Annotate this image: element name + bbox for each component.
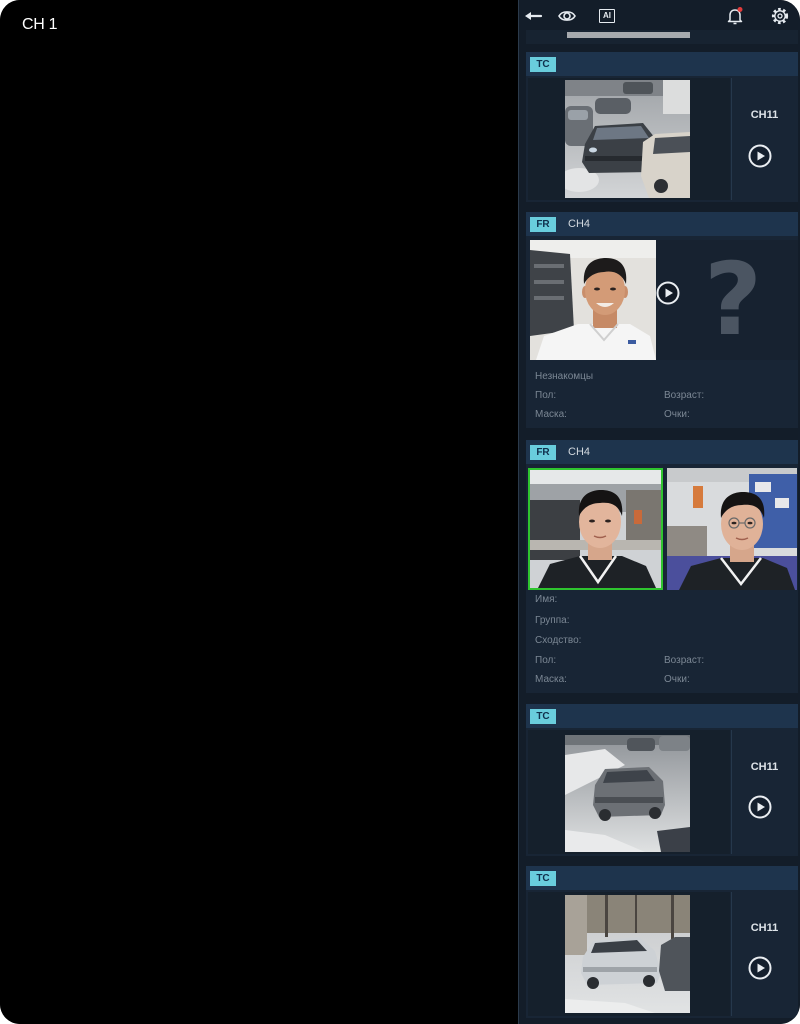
vehicle-snapshot[interactable]: [565, 895, 690, 1013]
event-card-vehicle[interactable]: TC CH11: [526, 866, 798, 1018]
play-icon[interactable]: [748, 144, 772, 168]
bell-icon[interactable]: [725, 6, 745, 26]
event-card-partial[interactable]: [526, 30, 798, 44]
info-area: [731, 78, 798, 200]
event-card-face-stranger[interactable]: FR CH4 ? Незнакомцы Пол: Возраст: Маска:…: [526, 212, 798, 428]
mask-label: Маска:: [535, 409, 567, 420]
info-area: [731, 730, 798, 854]
event-type-badge: FR: [530, 217, 556, 232]
info-area: [731, 892, 798, 1016]
event-channel: CH11: [750, 761, 779, 773]
card-header: FR CH4: [526, 212, 798, 236]
matched-face-image[interactable]: [667, 468, 797, 590]
group-label: Группа:: [535, 615, 570, 626]
card-header: TC: [526, 866, 798, 890]
snapshot-edge: [567, 32, 690, 38]
face-snapshot[interactable]: [528, 468, 663, 590]
event-panel: AI TC CH11 FR CH4 ? Незнакомцы Пол: Возр…: [518, 0, 800, 1024]
event-type-badge: TC: [530, 709, 556, 724]
face-snapshot[interactable]: [530, 240, 656, 360]
gender-label: Пол:: [535, 655, 557, 666]
event-card-face-match[interactable]: FR CH4 Имя: Группа: Сходство: Пол: Возра…: [526, 440, 798, 693]
channel-label: CH 1: [22, 16, 58, 33]
vehicle-snapshot[interactable]: [565, 80, 690, 198]
age-label: Возраст:: [664, 390, 705, 401]
glasses-label: Очки:: [664, 409, 690, 420]
event-type-badge: TC: [530, 57, 556, 72]
gear-icon[interactable]: [770, 6, 790, 26]
ai-icon[interactable]: AI: [597, 6, 617, 26]
play-icon[interactable]: [656, 281, 680, 305]
event-card-vehicle[interactable]: TC CH11: [526, 52, 798, 202]
back-arrow-icon[interactable]: [523, 6, 543, 26]
stranger-status: Незнакомцы: [535, 371, 594, 382]
event-card-vehicle[interactable]: TC CH11: [526, 704, 798, 856]
event-channel: CH4: [568, 446, 591, 458]
eye-icon[interactable]: [557, 6, 577, 26]
card-header: TC: [526, 704, 798, 728]
panel-toolbar: AI: [519, 0, 800, 32]
mask-label: Маска:: [535, 674, 567, 685]
vehicle-snapshot[interactable]: [565, 735, 690, 852]
play-icon[interactable]: [748, 795, 772, 819]
event-type-badge: FR: [530, 445, 556, 460]
app-screen: CH 1 AI TC CH11 FR CH4 ? Незнакомцы Пол:…: [0, 0, 800, 1024]
name-label: Имя:: [535, 594, 558, 605]
age-label: Возраст:: [664, 655, 705, 666]
glasses-label: Очки:: [664, 674, 690, 685]
gender-label: Пол:: [535, 390, 557, 401]
event-channel: CH11: [750, 109, 779, 121]
event-type-badge: TC: [530, 871, 556, 886]
alert-dot: [737, 7, 743, 12]
card-header: TC: [526, 52, 798, 76]
unknown-face-icon: ?: [703, 241, 762, 358]
card-header: FR CH4: [526, 440, 798, 464]
similarity-label: Сходство:: [535, 635, 582, 646]
play-icon[interactable]: [748, 956, 772, 980]
ai-label: AI: [599, 9, 615, 23]
event-channel: CH4: [568, 218, 591, 230]
event-channel: CH11: [750, 922, 779, 934]
live-view[interactable]: CH 1: [0, 0, 518, 1024]
